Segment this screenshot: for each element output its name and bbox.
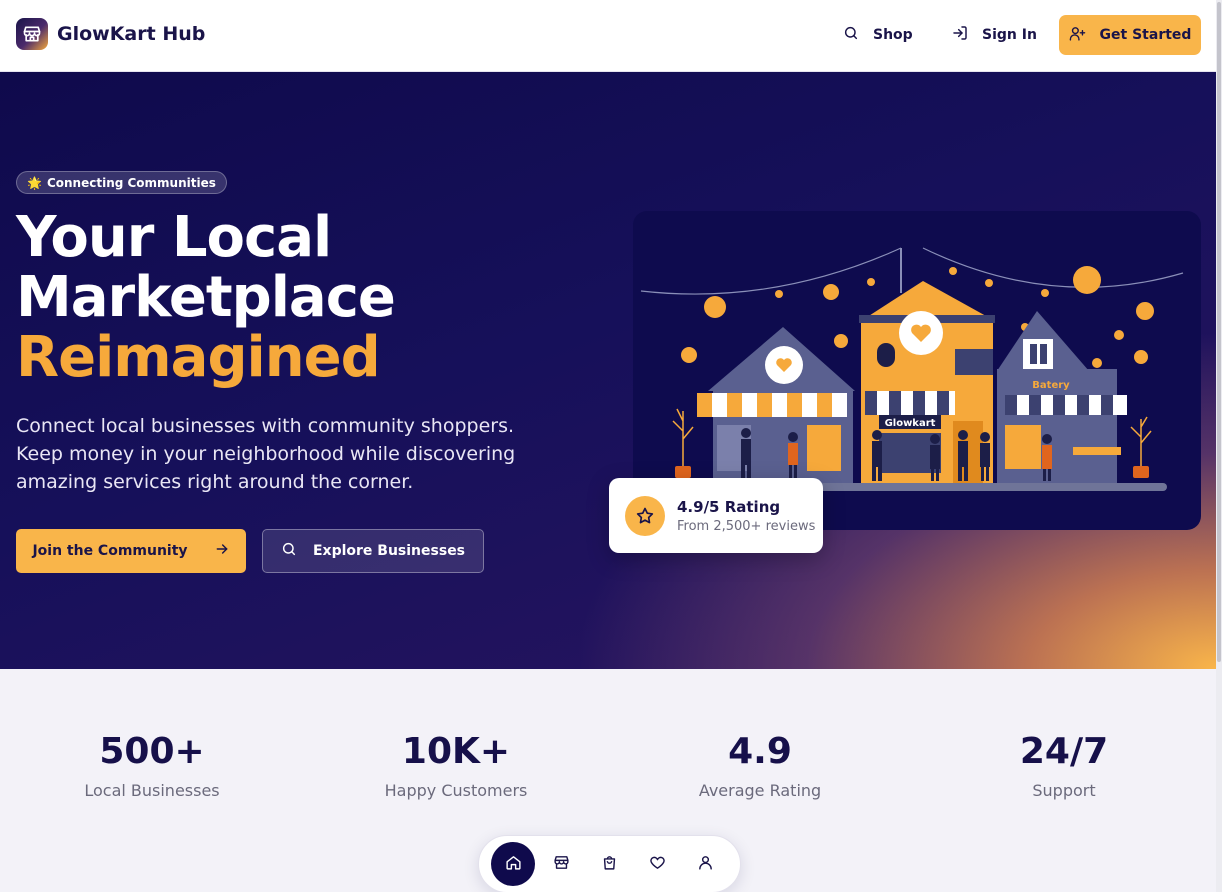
arrow-right-icon (214, 541, 230, 561)
nav-shop-link[interactable]: Shop (843, 25, 913, 45)
hero-headline: Your Local Marketplace Reimagined (16, 205, 396, 390)
headline-line-1: Your Local (16, 205, 332, 270)
stat-local-businesses: 500+ Local Businesses (32, 731, 272, 800)
get-started-label: Get Started (1099, 27, 1192, 43)
join-community-label: Join the Community (32, 543, 188, 559)
star-emoji-icon: 🌟 (27, 175, 42, 190)
stat-value: 24/7 (1019, 731, 1109, 772)
sign-in-icon (952, 25, 968, 45)
search-icon (281, 541, 297, 561)
stat-happy-customers: 10K+ Happy Customers (336, 731, 576, 800)
storefront-logo-icon (16, 18, 48, 50)
search-icon (843, 25, 859, 45)
rating-card: 4.9/5 Rating From 2,500+ reviews (609, 478, 823, 553)
dock-profile-button[interactable] (683, 842, 727, 886)
rating-subtitle: From 2,500+ reviews (677, 518, 816, 534)
shopping-bag-icon (601, 854, 618, 875)
star-icon (625, 495, 665, 536)
stat-value: 500+ (99, 731, 205, 772)
batery-shop-sign: Batery (1032, 380, 1070, 391)
community-badge: 🌟 Connecting Communities (16, 171, 227, 194)
nav-sign-in-link[interactable]: Sign In (952, 25, 1037, 45)
join-community-button[interactable]: Join the Community (16, 529, 246, 573)
page-scrollbar-thumb[interactable] (1217, 2, 1221, 662)
top-navbar: GlowKart Hub Shop Sign In Get Started (0, 0, 1216, 72)
rating-title: 4.9/5 Rating (677, 497, 781, 516)
hero-section: 🌟 Connecting Communities Your Local Mark… (0, 72, 1216, 669)
dock-bag-button[interactable] (587, 842, 631, 886)
headline-line-2: Marketplace (16, 265, 396, 330)
stat-support: 24/7 Support (944, 731, 1184, 800)
hero-description: Connect local businesses with community … (16, 415, 516, 493)
explore-businesses-label: Explore Businesses (312, 543, 466, 559)
home-icon (505, 854, 522, 875)
community-badge-label: Connecting Communities (46, 175, 216, 190)
stat-label: Average Rating (698, 781, 822, 800)
glowkart-shop-sign: Glowkart (885, 418, 936, 429)
user-icon (697, 854, 714, 875)
stat-value: 10K+ (401, 731, 511, 772)
stat-value: 4.9 (728, 731, 792, 772)
stat-label: Support (1032, 781, 1096, 800)
dock-store-button[interactable] (539, 842, 583, 886)
brand[interactable]: GlowKart Hub (16, 18, 205, 50)
dock-home-button[interactable] (491, 842, 535, 886)
stat-average-rating: 4.9 Average Rating (640, 731, 880, 800)
nav-sign-in-label: Sign In (982, 27, 1037, 43)
store-icon (553, 854, 570, 875)
user-plus-icon (1069, 25, 1086, 46)
nav-shop-label: Shop (873, 27, 913, 43)
get-started-button[interactable]: Get Started (1059, 15, 1201, 55)
headline-accent: Reimagined (16, 325, 381, 390)
dock-favorites-button[interactable] (635, 842, 679, 886)
stat-label: Local Businesses (84, 781, 220, 800)
heart-icon (649, 854, 666, 875)
stat-label: Happy Customers (384, 781, 528, 800)
brand-name: GlowKart Hub (57, 23, 206, 45)
bottom-dock-nav (478, 835, 741, 892)
explore-businesses-button[interactable]: Explore Businesses (262, 529, 484, 573)
